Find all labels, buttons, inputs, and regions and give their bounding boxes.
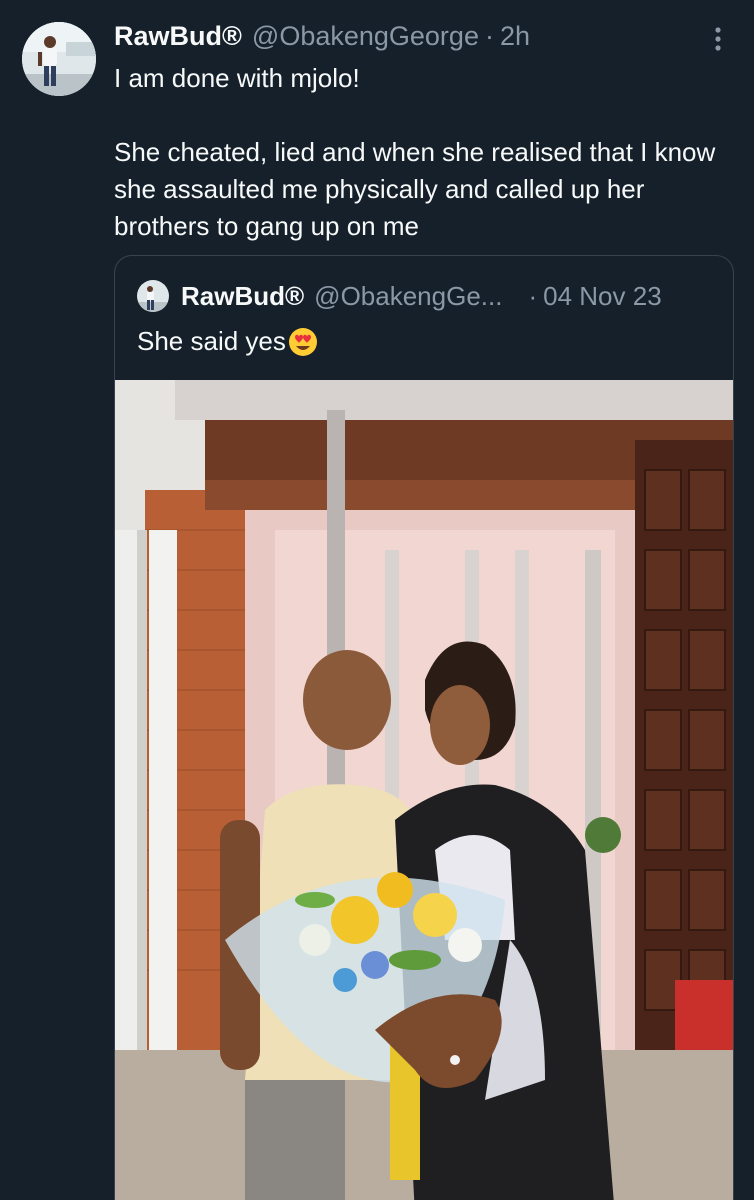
quoted-author-handle: @ObakengGe...	[314, 280, 503, 311]
tweet-text-line-2: She cheated, lied and when she realised …	[114, 137, 716, 241]
quoted-tweet-date: 04 Nov 23	[543, 280, 662, 311]
quoted-author-name: RawBud®	[181, 280, 305, 311]
tweet[interactable]: RawBud® @ObakengGeorge · 2h I am done wi…	[0, 0, 754, 1200]
separator-dot: ·	[484, 20, 494, 51]
couple-proposal-photo	[115, 380, 733, 1200]
tweet-time[interactable]: 2h	[500, 21, 530, 52]
avatar-photo	[22, 22, 96, 96]
more-vertical-icon[interactable]	[708, 24, 728, 54]
author-avatar[interactable]	[22, 22, 96, 96]
tweet-text: I am done with mjolo! She cheated, lied …	[114, 60, 744, 245]
author-handle[interactable]: @ObakengGeorge	[252, 21, 479, 52]
author-name[interactable]: RawBud®	[114, 21, 242, 52]
tweet-header: RawBud® @ObakengGeorge · 2h	[114, 18, 694, 54]
quoted-tweet-text: She said yes	[137, 326, 286, 356]
quoted-separator-dot: ·	[528, 280, 538, 311]
quoted-tweet-header: RawBud® @ObakengGe... · 04 Nov 23	[137, 278, 713, 314]
quoted-tweet-text-row: She said yes	[137, 326, 318, 357]
heart-eyes-emoji-icon	[288, 327, 318, 357]
quoted-author-avatar	[137, 280, 169, 312]
tweet-text-line-1: I am done with mjolo!	[114, 63, 360, 93]
quoted-tweet[interactable]: RawBud® @ObakengGe... · 04 Nov 23 She sa…	[114, 255, 734, 1200]
quoted-tweet-photo[interactable]	[115, 380, 733, 1200]
